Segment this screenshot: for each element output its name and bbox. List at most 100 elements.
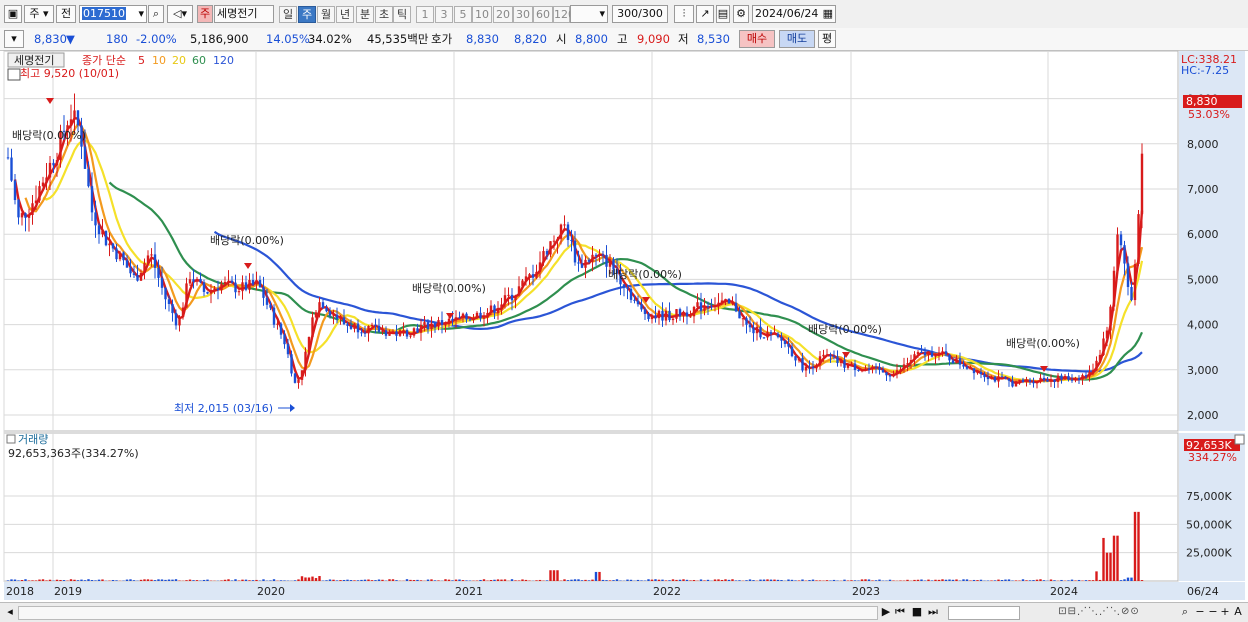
candle-body bbox=[987, 377, 989, 379]
layout-icon[interactable]: ▣ bbox=[4, 5, 22, 23]
prev-button[interactable]: 전 bbox=[56, 5, 76, 23]
play-icon[interactable]: ▶ bbox=[880, 605, 892, 619]
draw-tool-icon[interactable]: ↗ bbox=[696, 5, 714, 23]
candle-body bbox=[437, 320, 439, 327]
down-arrow-icon: ▼ bbox=[66, 31, 75, 47]
volume-bar bbox=[171, 580, 173, 581]
high-label: 고 bbox=[617, 31, 628, 47]
candle-body bbox=[581, 264, 583, 268]
candle-body bbox=[1081, 375, 1083, 380]
close-icon[interactable] bbox=[1235, 435, 1244, 444]
candle-body bbox=[1099, 355, 1101, 361]
zoom-slider[interactable] bbox=[948, 606, 1020, 620]
count-preset-7[interactable]: 120 bbox=[553, 6, 570, 23]
candle-body bbox=[434, 323, 436, 326]
candle-body bbox=[73, 110, 75, 119]
stock-code-input[interactable]: 017510▾ bbox=[79, 5, 147, 23]
market-select[interactable]: 주 ▾ bbox=[24, 5, 54, 23]
open-label: 시 bbox=[556, 31, 567, 47]
count-preset-1[interactable]: 3 bbox=[435, 6, 453, 23]
period-tab-4[interactable]: 분 bbox=[356, 6, 374, 23]
date-input[interactable]: 2024/06/24▦ bbox=[752, 5, 836, 23]
candle-body bbox=[455, 317, 457, 320]
candle-body bbox=[577, 262, 579, 263]
candle-body bbox=[847, 365, 849, 368]
search-icon[interactable]: ⌕ bbox=[148, 5, 164, 23]
candle-body bbox=[374, 325, 376, 326]
volume-bar bbox=[780, 580, 782, 581]
eval-button[interactable]: 평 bbox=[818, 30, 836, 48]
stock-name-field[interactable]: 세명전기 bbox=[214, 5, 274, 23]
candle-body bbox=[381, 330, 383, 331]
candle-body bbox=[392, 331, 394, 332]
volume-bar bbox=[91, 580, 93, 581]
volume-bar bbox=[955, 579, 957, 581]
volume-bar bbox=[829, 580, 831, 581]
candle-body bbox=[658, 311, 660, 318]
period-tab-2[interactable]: 월 bbox=[317, 6, 335, 23]
candle-body bbox=[826, 355, 828, 356]
quote-toggle-icon[interactable]: ▾ bbox=[4, 30, 24, 48]
minus-icon[interactable]: − bbox=[1207, 605, 1219, 619]
volume-bar bbox=[665, 580, 667, 581]
volume-bar bbox=[581, 580, 583, 581]
candle-body bbox=[1095, 361, 1097, 371]
period-tab-0[interactable]: 일 bbox=[279, 6, 297, 23]
volume-bar bbox=[504, 579, 506, 581]
sell-button[interactable]: 매도 bbox=[779, 30, 815, 48]
save-icon[interactable]: ▤ bbox=[716, 5, 730, 23]
candle-body bbox=[10, 158, 12, 181]
volume-bar bbox=[437, 580, 439, 581]
stop-icon[interactable]: ■ bbox=[911, 605, 923, 619]
candle-body bbox=[164, 288, 166, 299]
high-price: 9,090 bbox=[637, 31, 670, 47]
period-tab-1[interactable]: 주 bbox=[298, 6, 316, 23]
scroll-left-icon[interactable]: ◂ bbox=[4, 605, 16, 619]
rewind-icon[interactable]: ⏮ bbox=[894, 605, 906, 619]
candle-body bbox=[420, 325, 422, 333]
candle-body bbox=[861, 370, 863, 371]
volume-bar bbox=[539, 580, 541, 581]
volume-bar bbox=[934, 580, 936, 581]
volume-bar bbox=[556, 570, 558, 581]
period-tab-6[interactable]: 틱 bbox=[393, 6, 411, 23]
candle-type-icon[interactable]: ⫶ bbox=[674, 5, 694, 23]
candle-body bbox=[840, 360, 842, 363]
volume-bar bbox=[721, 580, 723, 581]
count-input[interactable]: 300/300 bbox=[612, 5, 668, 23]
volume-bar bbox=[360, 580, 362, 581]
count-preset-3[interactable]: 10 bbox=[472, 6, 492, 23]
hc-label: HC:-7.25 bbox=[1181, 64, 1229, 77]
count-preset-2[interactable]: 5 bbox=[454, 6, 472, 23]
buy-button[interactable]: 매수 bbox=[739, 30, 775, 48]
scroll-track[interactable] bbox=[18, 606, 878, 620]
count-preset-4[interactable]: 20 bbox=[493, 6, 513, 23]
candle-body bbox=[273, 308, 275, 325]
zoom-out-icon[interactable]: − bbox=[1194, 605, 1206, 619]
count-preset-0[interactable]: 1 bbox=[416, 6, 434, 23]
volume-bar bbox=[304, 577, 306, 581]
number-input[interactable]: ▾ bbox=[570, 5, 608, 23]
count-preset-6[interactable]: 60 bbox=[533, 6, 553, 23]
candle-body bbox=[843, 360, 845, 368]
candle-body bbox=[357, 324, 359, 333]
volume-bar bbox=[616, 579, 618, 581]
volume-panel-icon[interactable] bbox=[7, 435, 15, 443]
period-tab-5[interactable]: 초 bbox=[375, 6, 393, 23]
draw-tools-icon[interactable]: ⊡⊟⋰⋱⋰⋱⊘⊙ bbox=[1024, 605, 1174, 619]
chart-scrollbar: ◂ ▶ ⏮ ■ ⏭ ⊡⊟⋰⋱⋰⋱⊘⊙ ⌕ − − + A bbox=[0, 602, 1248, 622]
candle-body bbox=[203, 282, 205, 292]
period-tab-3[interactable]: 년 bbox=[336, 6, 354, 23]
change-rate: -2.00% bbox=[136, 31, 177, 47]
stock-chart[interactable]: 세명전기 종가 단순 5 10 20 60 120 최고 9,520 (10/0… bbox=[0, 50, 1248, 602]
font-size-icon[interactable]: A bbox=[1232, 605, 1244, 619]
speaker-icon[interactable]: ◁▾ bbox=[167, 5, 193, 23]
zoom-search-icon[interactable]: ⌕ bbox=[1178, 605, 1192, 619]
forward-icon[interactable]: ⏭ bbox=[927, 605, 939, 619]
candle-body bbox=[1001, 376, 1003, 377]
candle-body bbox=[318, 302, 320, 312]
plus-icon[interactable]: + bbox=[1219, 605, 1231, 619]
gear-icon[interactable]: ⚙ bbox=[733, 5, 749, 23]
count-preset-5[interactable]: 30 bbox=[513, 6, 533, 23]
calendar-icon[interactable] bbox=[8, 69, 20, 80]
